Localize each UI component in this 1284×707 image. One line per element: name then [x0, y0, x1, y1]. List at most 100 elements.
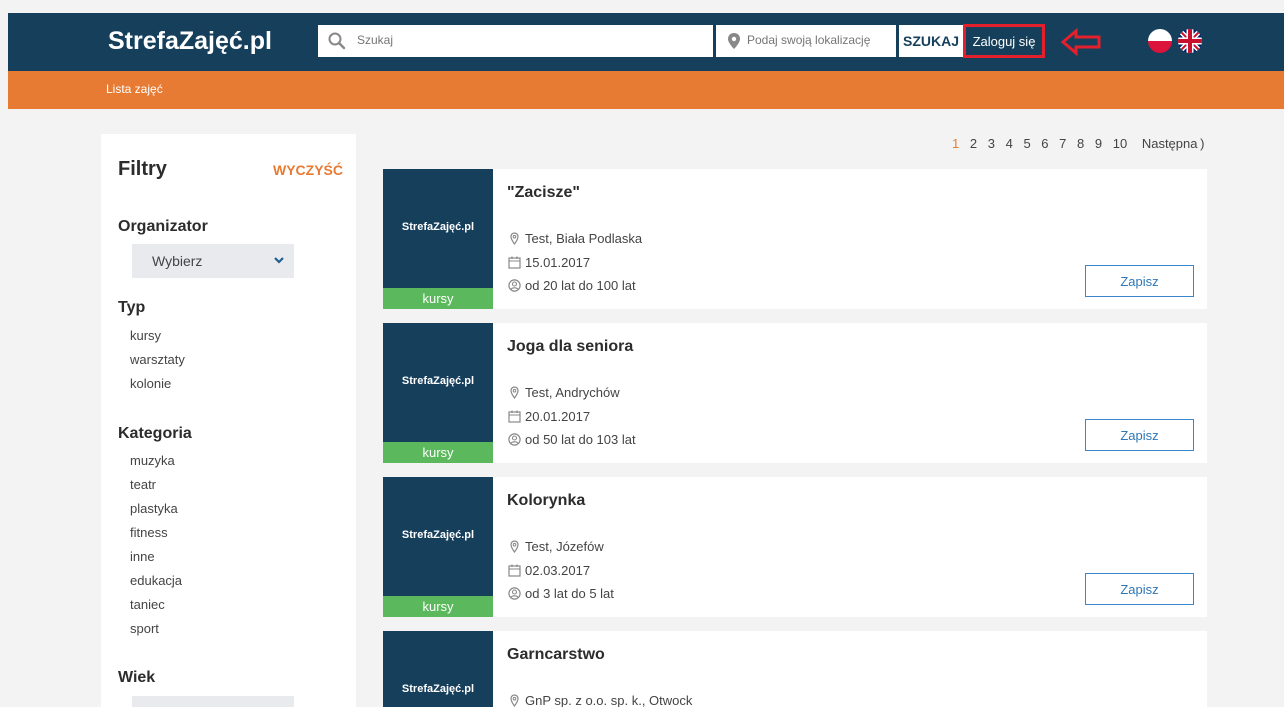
- login-button[interactable]: Zaloguj się: [963, 24, 1045, 58]
- thumbnail-brand: StrefaZajęć.pl: [401, 375, 475, 387]
- category-item-fitness[interactable]: fitness: [130, 521, 182, 545]
- user-circle-icon: [508, 433, 521, 446]
- calendar-icon: [508, 564, 521, 577]
- page-7-link[interactable]: 7: [1059, 136, 1066, 151]
- listing-title[interactable]: Garncarstwo: [507, 646, 605, 664]
- location-pin-icon: [510, 232, 519, 246]
- location-pin-icon: [510, 694, 519, 707]
- listing-card: StrefaZajęć.pl kursy Joga dla seniora Te…: [383, 323, 1207, 463]
- category-item-teatr[interactable]: teatr: [130, 473, 182, 497]
- listing-thumbnail[interactable]: StrefaZajęć.pl kursy: [383, 477, 493, 617]
- age-text: od 50 lat do 103 lat: [525, 432, 636, 447]
- type-badge: kursy: [383, 442, 493, 463]
- location-pin-icon: [510, 386, 519, 400]
- listing-location: GnP sp. z o.o. sp. k., Otwock: [508, 693, 692, 707]
- type-list: kursy warsztaty kolonie: [130, 324, 185, 396]
- location-pin-icon: [728, 33, 740, 49]
- category-item-muzyka[interactable]: muzyka: [130, 449, 182, 473]
- page-6-link[interactable]: 6: [1041, 136, 1048, 151]
- page-5-link[interactable]: 5: [1023, 136, 1030, 151]
- listing-date: 02.03.2017: [508, 563, 590, 578]
- location-pin-icon: [510, 540, 519, 554]
- age-text: od 20 lat do 100 lat: [525, 278, 636, 293]
- page-10-link[interactable]: 10: [1113, 136, 1127, 151]
- listing-thumbnail[interactable]: StrefaZajęć.pl: [383, 631, 493, 707]
- page-4-link[interactable]: 4: [1006, 136, 1013, 151]
- activity-list-link[interactable]: Lista zajęć: [106, 82, 163, 96]
- date-text: 02.03.2017: [525, 563, 591, 578]
- organizer-label: Organizator: [118, 218, 208, 235]
- age-text: od 3 lat do 5 lat: [525, 586, 614, 601]
- listing-location: Test, Józefów: [508, 539, 604, 554]
- listing-thumbnail[interactable]: StrefaZajęć.pl kursy: [383, 169, 493, 309]
- calendar-icon: [508, 410, 521, 423]
- polish-flag-icon[interactable]: [1148, 29, 1172, 53]
- thumbnail-brand: StrefaZajęć.pl: [401, 529, 475, 541]
- enroll-button[interactable]: Zapisz: [1085, 419, 1194, 451]
- listing-date: 15.01.2017: [508, 255, 590, 270]
- user-circle-icon: [508, 279, 521, 292]
- type-badge: kursy: [383, 288, 493, 309]
- location-input[interactable]: [747, 33, 893, 47]
- category-item-inne[interactable]: inne: [130, 545, 182, 569]
- search-input[interactable]: [357, 33, 697, 47]
- calendar-icon: [508, 256, 521, 269]
- age-label: Wiek: [118, 669, 156, 686]
- category-item-plastyka[interactable]: plastyka: [130, 497, 182, 521]
- organizer-select-value: Wybierz: [152, 253, 203, 269]
- top-bar: StrefaZajęć.pl SZUKAJ Zaloguj się: [8, 13, 1284, 71]
- location-text: Test, Biała Podlaska: [525, 231, 643, 246]
- date-text: 15.01.2017: [525, 255, 591, 270]
- listing-location: Test, Andrychów: [508, 385, 620, 400]
- site-logo[interactable]: StrefaZajęć.pl: [108, 27, 272, 56]
- location-box[interactable]: [716, 25, 896, 57]
- type-item-kolonie[interactable]: kolonie: [130, 372, 185, 396]
- enroll-button[interactable]: Zapisz: [1085, 265, 1194, 297]
- listing-age: od 3 lat do 5 lat: [508, 586, 614, 601]
- listing-title[interactable]: "Zacisze": [507, 184, 580, 202]
- category-list: muzyka teatr plastyka fitness inne eduka…: [130, 449, 182, 641]
- clear-filters-link[interactable]: WYCZYŚĆ: [273, 162, 343, 178]
- next-page-label: Następna: [1141, 136, 1198, 151]
- enroll-button[interactable]: Zapisz: [1085, 573, 1194, 605]
- listing-title[interactable]: Kolorynka: [507, 492, 585, 510]
- type-badge: kursy: [383, 596, 493, 617]
- arrow-left-icon: [1060, 28, 1101, 56]
- page-1-link[interactable]: 1: [952, 136, 959, 151]
- thumbnail-brand: StrefaZajęć.pl: [401, 683, 475, 695]
- listing-card: StrefaZajęć.pl Garncarstwo GnP sp. z o.o…: [383, 631, 1207, 707]
- listing-date: 20.01.2017: [508, 409, 590, 424]
- sub-navigation: Lista zajęć: [8, 71, 1284, 109]
- page-9-link[interactable]: 9: [1095, 136, 1102, 151]
- category-label: Kategoria: [118, 425, 192, 442]
- listing-card: StrefaZajęć.pl kursy "Zacisze" Test, Bia…: [383, 169, 1207, 309]
- location-text: GnP sp. z o.o. sp. k., Otwock: [525, 693, 693, 707]
- page-8-link[interactable]: 8: [1077, 136, 1084, 151]
- filters-sidebar: Filtry WYCZYŚĆ Organizator Wybierz Typ k…: [101, 134, 356, 707]
- thumbnail-brand: StrefaZajęć.pl: [401, 221, 475, 233]
- type-item-warsztaty[interactable]: warsztaty: [130, 348, 185, 372]
- search-box[interactable]: [318, 25, 713, 57]
- age-select[interactable]: [132, 696, 294, 707]
- category-item-taniec[interactable]: taniec: [130, 593, 182, 617]
- listing-age: od 20 lat do 100 lat: [508, 278, 636, 293]
- listing-card: StrefaZajęć.pl kursy Kolorynka Test, Józ…: [383, 477, 1207, 617]
- type-label: Typ: [118, 299, 146, 316]
- search-button[interactable]: SZUKAJ: [899, 25, 963, 57]
- organizer-select[interactable]: Wybierz: [132, 244, 294, 278]
- date-text: 20.01.2017: [525, 409, 591, 424]
- search-icon: [328, 32, 346, 50]
- chevron-down-icon: [274, 257, 284, 264]
- category-item-sport[interactable]: sport: [130, 617, 182, 641]
- next-page-link[interactable]: Następna ): [1142, 136, 1205, 151]
- location-text: Test, Andrychów: [525, 385, 620, 400]
- type-item-kursy[interactable]: kursy: [130, 324, 185, 348]
- listing-thumbnail[interactable]: StrefaZajęć.pl kursy: [383, 323, 493, 463]
- page-3-link[interactable]: 3: [988, 136, 995, 151]
- category-item-edukacja[interactable]: edukacja: [130, 569, 182, 593]
- uk-flag-icon[interactable]: [1178, 29, 1202, 53]
- location-text: Test, Józefów: [525, 539, 604, 554]
- listing-title[interactable]: Joga dla seniora: [507, 338, 633, 356]
- user-circle-icon: [508, 587, 521, 600]
- page-2-link[interactable]: 2: [970, 136, 977, 151]
